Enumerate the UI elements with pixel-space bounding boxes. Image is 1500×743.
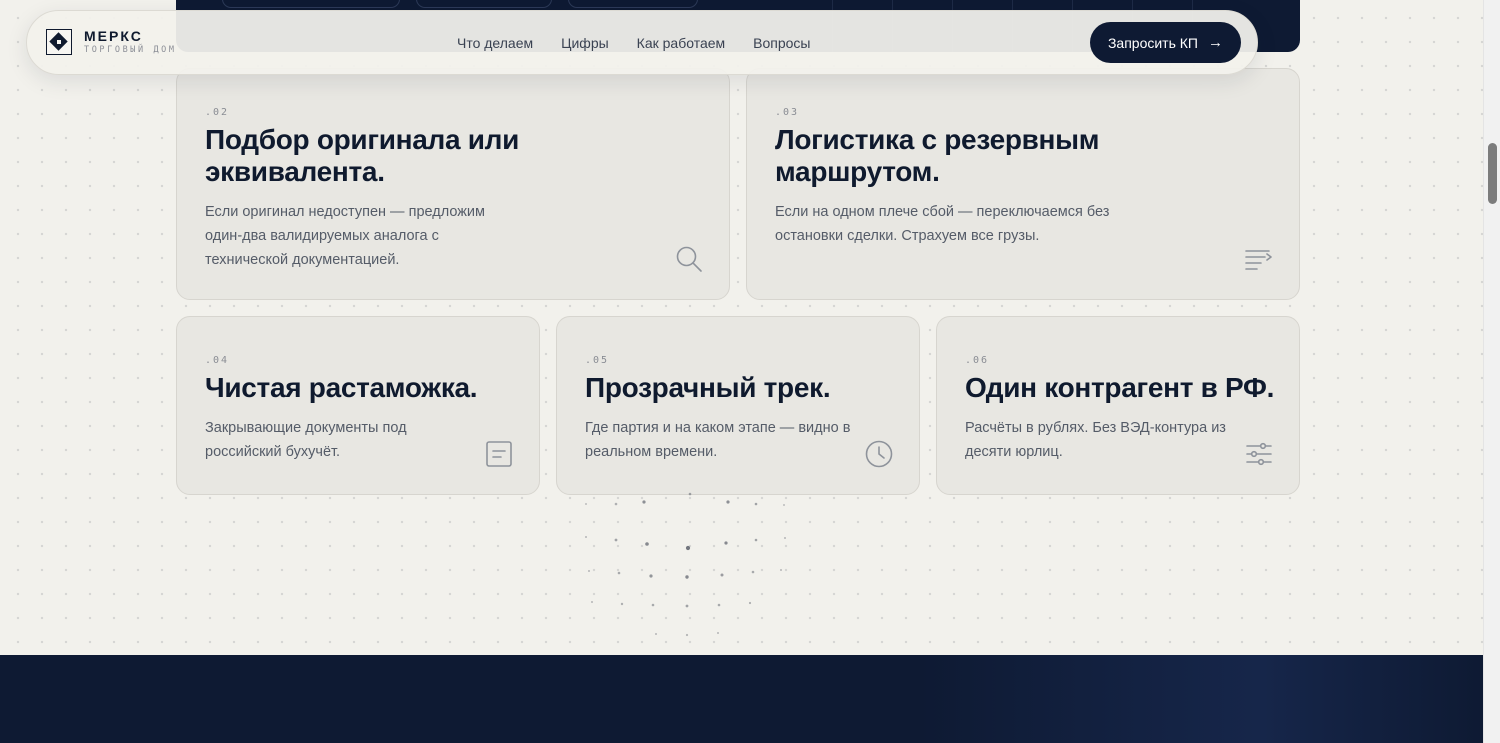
nav-links: Что делаем Цифры Как работаем Вопросы [457,35,811,51]
clock-icon [865,440,893,468]
request-quote-label: Запросить КП [1107,34,1198,51]
tag-pill [222,0,400,8]
request-quote-button[interactable]: Запросить КП → [1089,22,1241,63]
nav-link-numbers[interactable]: Цифры [561,35,609,51]
card-description: Закрывающие документы под российский бух… [205,420,407,460]
card-title: Чистая растаможка. [205,372,478,403]
document-icon [485,440,513,468]
card-description: Расчёты в рублях. Без ВЭД-контура из дес… [965,420,1226,460]
service-card-tracking: .05 Прозрачный трек. Где партия и на как… [556,316,920,495]
route-icon [1245,245,1273,273]
nav-link-how-we-work[interactable]: Как работаем [637,35,725,51]
page: .02 Подбор оригинала или эквивалента. Ес… [0,0,1483,743]
tag-pill [568,0,698,8]
card-title: Логистика с резервным маршрутом. [775,124,1100,187]
card-number: .04 [205,355,230,366]
service-card-logistics: .03 Логистика с резервным маршрутом. Есл… [746,68,1300,300]
search-icon [675,245,703,273]
next-section-dark-panel [0,655,1483,743]
card-number: .02 [205,107,230,118]
brand-logo[interactable]: МЕРКС ТОРГОВЫЙ ДОМ [46,29,177,55]
card-description: Если оригинал недоступен — предложим оди… [205,204,486,268]
card-title: Один контрагент в РФ. [965,372,1275,403]
sliders-icon [1245,440,1273,468]
scrollbar-thumb[interactable] [1488,143,1497,204]
scrollbar[interactable] [1483,0,1500,743]
service-card-customs: .04 Чистая растаможка. Закрывающие докум… [176,316,540,495]
service-card-counterparty: .06 Один контрагент в РФ. Расчёты в рубл… [936,316,1300,495]
card-number: .06 [965,355,990,366]
arrow-right-icon: → [1208,34,1223,51]
card-title: Прозрачный трек. [585,372,831,403]
top-navbar: МЕРКС ТОРГОВЫЙ ДОМ Что делаем Цифры Как … [26,10,1258,75]
tag-pill [416,0,552,8]
brand-subtitle: ТОРГОВЫЙ ДОМ [84,45,177,56]
nav-link-faq[interactable]: Вопросы [753,35,810,51]
nav-link-what-we-do[interactable]: Что делаем [457,35,533,51]
dot-radar-decoration [585,492,786,637]
card-description: Где партия и на каком этапе — видно в ре… [585,420,851,460]
service-card-selection: .02 Подбор оригинала или эквивалента. Ес… [176,68,730,300]
card-description: Если на одном плече сбой — переключаемся… [775,204,1110,244]
brand-name: МЕРКС [84,28,143,45]
card-title: Подбор оригинала или эквивалента. [205,124,520,187]
card-number: .03 [775,107,800,118]
card-number: .05 [585,355,610,366]
logo-diamond-icon [46,29,72,55]
